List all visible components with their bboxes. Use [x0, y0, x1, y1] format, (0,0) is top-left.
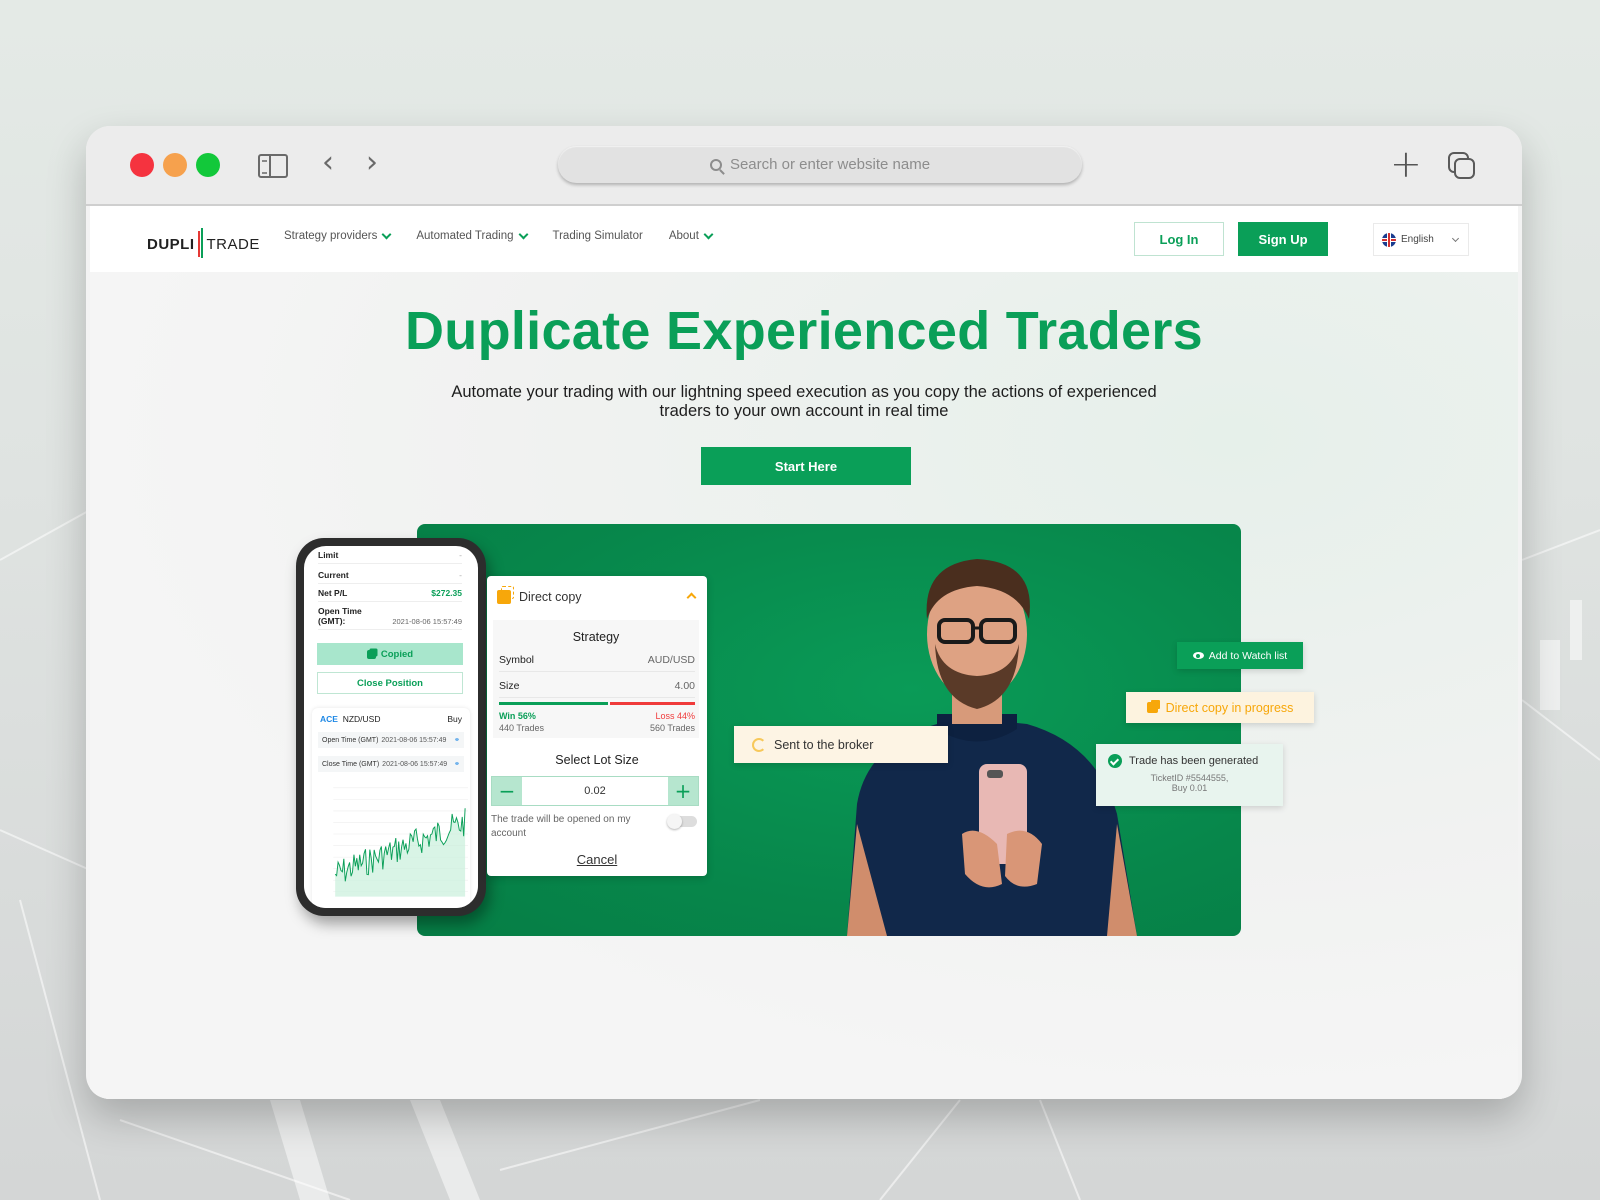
phone-row-current: Current -: [318, 570, 462, 584]
trade-card: ACE NZD/USD Buy Open Time (GMT) 2021-08-…: [312, 708, 470, 908]
close-position-button[interactable]: Close Position: [317, 672, 463, 694]
loss-segment: [609, 702, 695, 705]
menu-item-automated-trading[interactable]: Automated Trading: [416, 229, 528, 242]
win-loss-stats: Win 56% 440 Trades Loss 44% 560 Trades: [499, 710, 695, 734]
close-time-row: Close Time (GMT) 2021-08-06 15:57:49 ⚭: [318, 756, 464, 772]
duplitrade-logo[interactable]: DUPLI TRADE: [147, 228, 260, 260]
lot-size-input[interactable]: 0.02: [522, 777, 668, 805]
lot-size-stepper: − 0.02 +: [491, 776, 699, 806]
share-icon[interactable]: ⚭: [454, 736, 460, 744]
main-menu: Strategy providers Automated Trading Tra…: [284, 229, 738, 242]
browser-toolbar: ‹ › Search or enter website name +: [86, 126, 1522, 206]
check-circle-icon: [1108, 754, 1122, 768]
language-select[interactable]: English: [1373, 223, 1469, 256]
address-bar-placeholder: Search or enter website name: [729, 156, 931, 173]
menu-item-about[interactable]: About: [668, 229, 714, 242]
lot-size-title: Select Lot Size: [555, 753, 639, 767]
hero-title: Duplicate Experienced Traders: [404, 301, 1204, 361]
phone-mockup: Limit - Current - Net P/L $272.35 Open T…: [296, 538, 486, 916]
direct-copy-panel: Direct copy Strategy Symbol AUD/USD Size…: [487, 576, 707, 876]
logo-text-trade: TRADE: [206, 235, 260, 253]
loading-spinner-icon: [752, 737, 766, 752]
copy-icon: [366, 649, 376, 659]
strategy-name: ACE: [320, 714, 338, 724]
copy-icon: [1146, 702, 1158, 713]
forward-chevron-icon[interactable]: ›: [366, 148, 378, 178]
chevron-up-icon[interactable]: [686, 592, 697, 603]
phone-row-net-pl: Net P/L $272.35: [318, 588, 462, 602]
trade-header[interactable]: ACE NZD/USD Buy: [320, 714, 462, 724]
start-here-button[interactable]: Start Here: [701, 447, 911, 485]
trade-amount: Buy 0.01: [1171, 783, 1208, 793]
trade-side: Buy: [447, 714, 462, 724]
open-time-row: Open Time (GMT) 2021-08-06 15:57:49 ⚭: [318, 732, 464, 748]
phone-row-open-time: Open Time (GMT): 2021-08-06 15:57:49: [318, 606, 462, 630]
increment-button[interactable]: +: [668, 777, 698, 805]
signup-button[interactable]: Sign Up: [1238, 222, 1328, 256]
tabs-overview-icon[interactable]: [1448, 152, 1478, 180]
language-label: English: [1401, 234, 1434, 245]
strategy-title: Strategy: [572, 630, 620, 644]
logo-text-dupli: DUPLI: [147, 235, 195, 253]
hero-subtitle: Automate your trading with our lightning…: [451, 383, 1157, 420]
size-row: Size 4.00: [499, 680, 695, 698]
decrement-button[interactable]: −: [492, 777, 522, 805]
add-to-watchlist-button[interactable]: Add to Watch list: [1177, 642, 1303, 669]
direct-copy-icon: [497, 586, 514, 604]
symbol: NZD/USD: [342, 714, 381, 724]
loss-label: Loss 44%: [655, 711, 695, 721]
chevron-down-icon: [381, 229, 392, 239]
phone-row-limit: Limit -: [318, 550, 462, 564]
win-loss-bar: [499, 702, 695, 705]
win-segment: [499, 702, 608, 705]
win-label: Win 56%: [499, 711, 536, 721]
maximize-window-button[interactable]: [196, 153, 220, 177]
uk-flag-icon: [1382, 232, 1396, 247]
equity-chart: [333, 787, 468, 897]
share-icon[interactable]: ⚭: [454, 760, 460, 768]
menu-item-label: About: [668, 230, 699, 242]
trade-generated-toast: Trade has been generated TicketID #55445…: [1096, 744, 1283, 806]
menu-item-trading-simulator[interactable]: Trading Simulator: [553, 230, 643, 242]
chevron-down-icon: [518, 229, 528, 239]
site-header: DUPLI TRADE Strategy providers Automated…: [90, 206, 1518, 272]
login-button[interactable]: Log In: [1134, 222, 1224, 256]
loss-trades: 560 Trades: [649, 723, 695, 733]
eye-icon: [1192, 652, 1204, 659]
sent-to-broker-toast: Sent to the broker: [734, 726, 948, 763]
strategy-summary: Strategy Symbol AUD/USD Size 4.00 Win 56…: [493, 620, 699, 738]
open-on-account-toggle[interactable]: [667, 814, 697, 829]
chevron-down-icon: [1451, 234, 1460, 243]
direct-copy-progress-toast: Direct copy in progress: [1126, 692, 1314, 723]
menu-item-label: Trading Simulator: [552, 230, 643, 242]
new-tab-plus-icon[interactable]: +: [1390, 145, 1422, 183]
menu-item-label: Strategy providers: [284, 230, 378, 242]
address-bar[interactable]: Search or enter website name: [558, 146, 1082, 183]
open-on-account-label: The trade will be opened on my account: [491, 814, 631, 839]
ticket-id: TicketID #5544555,: [1150, 773, 1229, 783]
symbol-row: Symbol AUD/USD: [499, 654, 695, 672]
phone-screen: Limit - Current - Net P/L $272.35 Open T…: [304, 546, 478, 908]
logo-candle-icon: [197, 228, 204, 260]
win-trades: 440 Trades: [499, 723, 545, 733]
menu-item-label: Automated Trading: [416, 230, 514, 242]
chart-area: [335, 808, 466, 897]
browser-window: ‹ › Search or enter website name + DUPLI…: [86, 126, 1522, 1099]
close-window-button[interactable]: [130, 153, 154, 177]
minimize-window-button[interactable]: [163, 153, 187, 177]
sidebar-toggle-icon[interactable]: [258, 154, 288, 178]
chevron-down-icon: [703, 229, 714, 239]
back-chevron-icon[interactable]: ‹: [322, 148, 334, 178]
copied-button[interactable]: Copied: [317, 643, 463, 665]
search-icon: [709, 158, 722, 171]
web-page: DUPLI TRADE Strategy providers Automated…: [90, 206, 1518, 1099]
cancel-button[interactable]: Cancel: [487, 852, 707, 867]
hero-section: Duplicate Experienced Traders Automate y…: [90, 272, 1518, 1099]
direct-copy-header[interactable]: Direct copy: [497, 586, 582, 604]
menu-item-strategy-providers[interactable]: Strategy providers: [284, 229, 392, 242]
